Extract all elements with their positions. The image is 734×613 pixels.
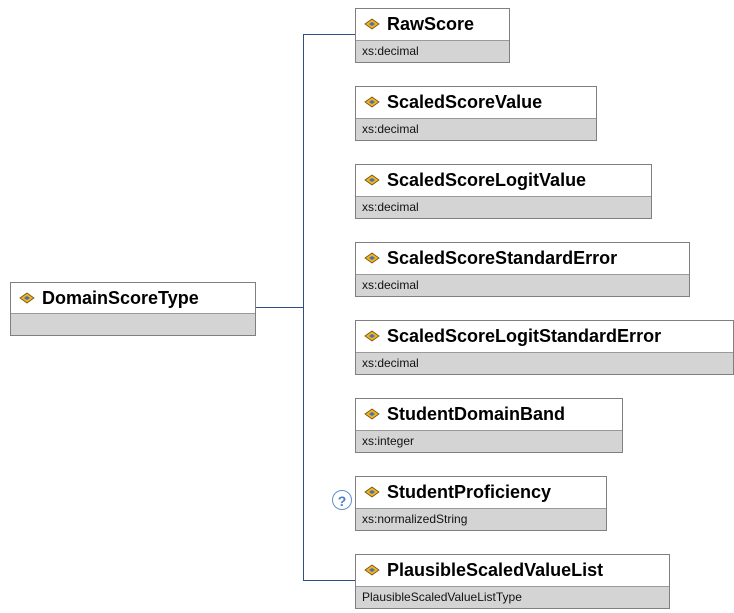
- element-box[interactable]: StudentProficiency xs:normalizedString: [355, 476, 607, 531]
- element-box[interactable]: ScaledScoreStandardError xs:decimal: [355, 242, 690, 297]
- branch-plausible: [303, 580, 355, 581]
- element-box[interactable]: ScaledScoreLogitValue xs:decimal: [355, 164, 652, 219]
- element-name: PlausibleScaledValueList: [387, 559, 604, 580]
- element-icon: [364, 96, 380, 108]
- element-icon: [364, 330, 380, 342]
- element-name: StudentProficiency: [387, 481, 552, 502]
- element-type: xs:decimal: [356, 40, 509, 62]
- optional-help-icon[interactable]: ?: [332, 490, 352, 510]
- element-header: StudentProficiency: [356, 477, 606, 507]
- element-type: xs:decimal: [356, 352, 733, 374]
- element-type: xs:decimal: [356, 196, 651, 218]
- element-header: ScaledScoreValue: [356, 87, 596, 117]
- element-box[interactable]: StudentDomainBand xs:integer: [355, 398, 623, 453]
- element-icon: [364, 408, 380, 420]
- element-icon: [364, 18, 380, 30]
- element-header: ScaledScoreStandardError: [356, 243, 689, 273]
- element-type: xs:decimal: [356, 274, 689, 296]
- root-element-name: DomainScoreType: [42, 287, 199, 308]
- element-header: RawScore: [356, 9, 509, 39]
- element-box[interactable]: PlausibleScaledValueList PlausibleScaled…: [355, 554, 670, 609]
- element-icon: [364, 252, 380, 264]
- element-icon: [364, 564, 380, 576]
- element-icon: [19, 292, 35, 304]
- element-type: xs:normalizedString: [356, 508, 606, 530]
- vertical-trunk: [303, 34, 304, 581]
- element-header: StudentDomainBand: [356, 399, 622, 429]
- element-box[interactable]: RawScore xs:decimal: [355, 8, 510, 63]
- branch-rawscore: [303, 34, 355, 35]
- root-connector: [256, 307, 304, 308]
- element-header: PlausibleScaledValueList: [356, 555, 669, 585]
- element-type: xs:decimal: [356, 118, 596, 140]
- element-name: ScaledScoreStandardError: [387, 247, 618, 268]
- element-header: ScaledScoreLogitStandardError: [356, 321, 733, 351]
- element-box[interactable]: ScaledScoreLogitStandardError xs:decimal: [355, 320, 734, 375]
- root-element-header: DomainScoreType: [11, 283, 255, 313]
- element-name: ScaledScoreLogitStandardError: [387, 325, 662, 346]
- root-element-type: [11, 313, 255, 335]
- element-type: PlausibleScaledValueListType: [356, 586, 669, 608]
- element-header: ScaledScoreLogitValue: [356, 165, 651, 195]
- element-icon: [364, 486, 380, 498]
- element-name: StudentDomainBand: [387, 403, 565, 424]
- element-box[interactable]: ScaledScoreValue xs:decimal: [355, 86, 597, 141]
- root-element-box[interactable]: DomainScoreType: [10, 282, 256, 336]
- element-name: RawScore: [387, 13, 475, 34]
- element-name: ScaledScoreLogitValue: [387, 169, 587, 190]
- element-type: xs:integer: [356, 430, 622, 452]
- element-icon: [364, 174, 380, 186]
- element-name: ScaledScoreValue: [387, 91, 543, 112]
